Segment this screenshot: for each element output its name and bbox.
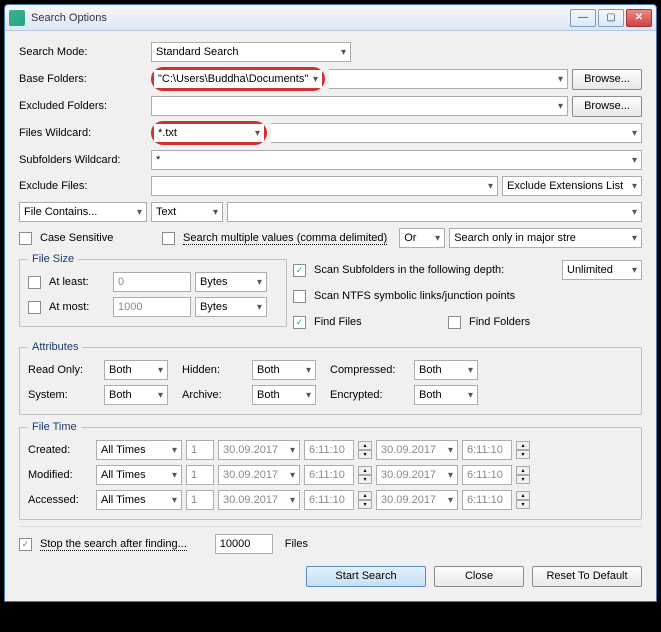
compressed-combo[interactable]: Both bbox=[414, 360, 478, 380]
reset-button[interactable]: Reset To Default bbox=[532, 566, 642, 587]
file-contains-combo[interactable]: File Contains... bbox=[19, 202, 147, 222]
created-date2[interactable]: 30.09.2017 bbox=[376, 440, 458, 460]
modified-time2-spin[interactable]: ▴▾ bbox=[516, 466, 530, 484]
browse-excluded-button[interactable]: Browse... bbox=[572, 96, 642, 117]
start-search-button[interactable]: Start Search bbox=[306, 566, 426, 587]
compressed-label: Compressed: bbox=[330, 364, 410, 376]
maximize-button[interactable]: ▢ bbox=[598, 9, 624, 27]
files-wildcard-combo[interactable] bbox=[271, 123, 642, 143]
files-suffix: Files bbox=[285, 538, 308, 550]
search-major-combo[interactable]: Search only in major stre bbox=[449, 228, 642, 248]
accessed-time2-spin[interactable]: ▴▾ bbox=[516, 491, 530, 509]
scan-subfolders-label: Scan Subfolders in the following depth: bbox=[314, 264, 558, 276]
subfolders-wildcard-combo[interactable]: * bbox=[151, 150, 642, 170]
at-least-input[interactable]: 0 bbox=[113, 272, 191, 292]
at-most-unit[interactable]: Bytes bbox=[195, 297, 267, 317]
accessed-date1[interactable]: 30.09.2017 bbox=[218, 490, 300, 510]
find-files-check[interactable]: ✓ bbox=[293, 316, 306, 329]
at-most-input[interactable]: 1000 bbox=[113, 297, 191, 317]
base-folders-label: Base Folders: bbox=[19, 73, 147, 85]
search-multiple-label: Search multiple values (comma delimited) bbox=[183, 232, 387, 245]
at-most-check[interactable] bbox=[28, 301, 41, 314]
modified-time2[interactable]: 6:11:10 bbox=[462, 465, 512, 485]
accessed-time1[interactable]: 6:11:10 bbox=[304, 490, 354, 510]
created-time2[interactable]: 6:11:10 bbox=[462, 440, 512, 460]
scan-ntfs-label: Scan NTFS symbolic links/junction points bbox=[314, 290, 515, 302]
read-only-label: Read Only: bbox=[28, 364, 100, 376]
window-title: Search Options bbox=[31, 12, 570, 24]
system-combo[interactable]: Both bbox=[104, 385, 168, 405]
close-button[interactable]: ✕ bbox=[626, 9, 652, 27]
encrypted-combo[interactable]: Both bbox=[414, 385, 478, 405]
exclude-files-label: Exclude Files: bbox=[19, 180, 147, 192]
exclude-extensions-combo[interactable]: Exclude Extensions List bbox=[502, 176, 642, 196]
search-multiple-check[interactable] bbox=[162, 232, 175, 245]
find-files-label: Find Files bbox=[314, 316, 444, 328]
created-n[interactable]: 1 bbox=[186, 440, 214, 460]
search-mode-label: Search Mode: bbox=[19, 46, 147, 58]
read-only-combo[interactable]: Both bbox=[104, 360, 168, 380]
excluded-folders-combo[interactable] bbox=[151, 96, 568, 116]
at-least-label: At least: bbox=[49, 276, 109, 288]
stop-after-check[interactable]: ✓ bbox=[19, 538, 32, 551]
at-least-unit[interactable]: Bytes bbox=[195, 272, 267, 292]
modified-label: Modified: bbox=[28, 469, 92, 481]
attributes-legend: Attributes bbox=[28, 341, 82, 353]
created-date1[interactable]: 30.09.2017 bbox=[218, 440, 300, 460]
stop-count-input[interactable]: 10000 bbox=[215, 534, 273, 554]
modified-date1[interactable]: 30.09.2017 bbox=[218, 465, 300, 485]
scan-ntfs-check[interactable] bbox=[293, 290, 306, 303]
hidden-label: Hidden: bbox=[182, 364, 248, 376]
modified-time1-spin[interactable]: ▴▾ bbox=[358, 466, 372, 484]
minimize-button[interactable]: — bbox=[570, 9, 596, 27]
find-folders-label: Find Folders bbox=[469, 316, 530, 328]
search-mode-combo[interactable]: Standard Search bbox=[151, 42, 351, 62]
stop-after-label: Stop the search after finding... bbox=[40, 538, 187, 551]
encrypted-label: Encrypted: bbox=[330, 389, 410, 401]
modified-n[interactable]: 1 bbox=[186, 465, 214, 485]
at-least-check[interactable] bbox=[28, 276, 41, 289]
files-wildcard-label: Files Wildcard: bbox=[19, 127, 147, 139]
browse-base-button[interactable]: Browse... bbox=[572, 69, 642, 90]
hidden-combo[interactable]: Both bbox=[252, 360, 316, 380]
archive-label: Archive: bbox=[182, 389, 248, 401]
created-time1[interactable]: 6:11:10 bbox=[304, 440, 354, 460]
base-folders-combo[interactable] bbox=[329, 69, 568, 89]
accessed-date2[interactable]: 30.09.2017 bbox=[376, 490, 458, 510]
system-label: System: bbox=[28, 389, 100, 401]
at-most-label: At most: bbox=[49, 301, 109, 313]
app-icon bbox=[9, 10, 25, 26]
accessed-time2[interactable]: 6:11:10 bbox=[462, 490, 512, 510]
created-time1-spin[interactable]: ▴▾ bbox=[358, 441, 372, 459]
created-label: Created: bbox=[28, 444, 92, 456]
or-combo[interactable]: Or bbox=[399, 228, 445, 248]
accessed-n[interactable]: 1 bbox=[186, 490, 214, 510]
base-folders-highlight: "C:\Users\Buddha\Documents" bbox=[154, 70, 322, 88]
file-time-legend: File Time bbox=[28, 421, 81, 433]
titlebar[interactable]: Search Options — ▢ ✕ bbox=[5, 5, 656, 31]
contains-type-combo[interactable]: Text bbox=[151, 202, 223, 222]
modified-mode[interactable]: All Times bbox=[96, 465, 182, 485]
exclude-files-combo[interactable] bbox=[151, 176, 498, 196]
scan-subfolders-check[interactable]: ✓ bbox=[293, 264, 306, 277]
subfolders-wildcard-label: Subfolders Wildcard: bbox=[19, 154, 147, 166]
accessed-label: Accessed: bbox=[28, 494, 92, 506]
depth-combo[interactable]: Unlimited bbox=[562, 260, 642, 280]
close-dialog-button[interactable]: Close bbox=[434, 566, 524, 587]
file-size-legend: File Size bbox=[28, 253, 78, 265]
files-wildcard-highlight: *.txt bbox=[154, 124, 264, 142]
created-mode[interactable]: All Times bbox=[96, 440, 182, 460]
case-sensitive-check[interactable] bbox=[19, 232, 32, 245]
accessed-mode[interactable]: All Times bbox=[96, 490, 182, 510]
find-folders-check[interactable] bbox=[448, 316, 461, 329]
excluded-folders-label: Excluded Folders: bbox=[19, 100, 147, 112]
case-sensitive-label: Case Sensitive bbox=[40, 232, 158, 244]
contains-value-combo[interactable] bbox=[227, 202, 642, 222]
archive-combo[interactable]: Both bbox=[252, 385, 316, 405]
modified-date2[interactable]: 30.09.2017 bbox=[376, 465, 458, 485]
created-time2-spin[interactable]: ▴▾ bbox=[516, 441, 530, 459]
modified-time1[interactable]: 6:11:10 bbox=[304, 465, 354, 485]
search-options-window: Search Options — ▢ ✕ Search Mode: Standa… bbox=[4, 4, 657, 602]
accessed-time1-spin[interactable]: ▴▾ bbox=[358, 491, 372, 509]
